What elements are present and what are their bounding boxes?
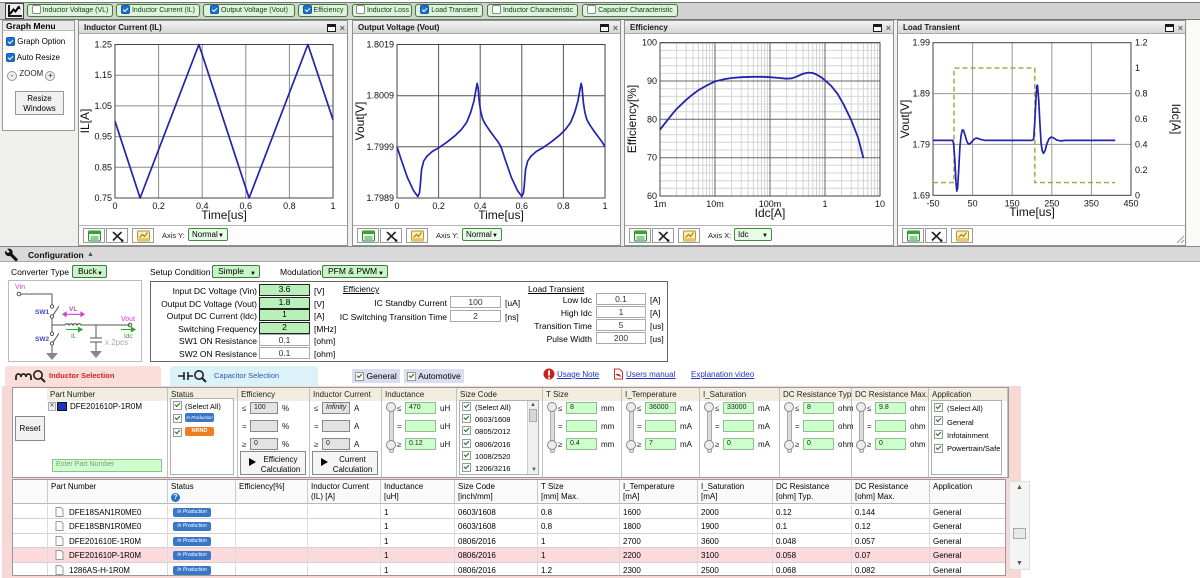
- svg-text:0.8: 0.8: [283, 201, 296, 211]
- svg-text:0.8: 0.8: [557, 201, 570, 211]
- svg-text:70: 70: [647, 153, 657, 163]
- svg-text:10m: 10m: [706, 199, 724, 209]
- svg-text:1.8009: 1.8009: [366, 91, 394, 101]
- svg-text:VL: VL: [69, 306, 77, 313]
- svg-text:1.15: 1.15: [94, 70, 112, 80]
- svg-text:0.75: 0.75: [94, 193, 112, 203]
- svg-text:0.2: 0.2: [152, 201, 165, 211]
- svg-text:IL[A]: IL[A]: [78, 109, 92, 134]
- svg-text:0.95: 0.95: [94, 132, 112, 142]
- svg-text:0: 0: [112, 201, 117, 211]
- svg-text:1m: 1m: [654, 199, 667, 209]
- svg-text:1: 1: [822, 199, 827, 209]
- svg-text:1.2: 1.2: [1135, 38, 1148, 48]
- svg-text:0.6: 0.6: [1135, 114, 1148, 124]
- svg-text:1.7989: 1.7989: [366, 193, 394, 203]
- svg-text:50: 50: [968, 198, 978, 208]
- svg-text:1: 1: [330, 201, 335, 211]
- svg-text:10: 10: [875, 199, 885, 209]
- svg-text:Time[us]: Time[us]: [201, 208, 247, 222]
- svg-text:1.99: 1.99: [912, 38, 930, 48]
- svg-text:Idc[A]: Idc[A]: [1169, 104, 1183, 135]
- svg-text:0: 0: [394, 201, 399, 211]
- svg-text:100: 100: [642, 38, 657, 48]
- svg-text:Vout[V]: Vout[V]: [898, 100, 912, 139]
- svg-text:x 2pcs: x 2pcs: [105, 338, 128, 347]
- svg-text:1.79: 1.79: [912, 139, 930, 149]
- svg-text:0.2: 0.2: [1135, 165, 1148, 175]
- svg-text:1.05: 1.05: [94, 101, 112, 111]
- svg-text:0.85: 0.85: [94, 162, 112, 172]
- svg-text:0.8: 0.8: [1135, 89, 1148, 99]
- svg-text:1: 1: [1135, 63, 1140, 73]
- svg-text:1: 1: [602, 201, 607, 211]
- svg-text:350: 350: [1084, 198, 1099, 208]
- svg-text:-50: -50: [926, 198, 939, 208]
- svg-text:1.25: 1.25: [94, 40, 112, 50]
- svg-text:Idc[A]: Idc[A]: [755, 206, 786, 220]
- svg-text:1.8019: 1.8019: [366, 40, 394, 50]
- svg-text:Vout: Vout: [121, 316, 135, 323]
- svg-text:450: 450: [1123, 198, 1138, 208]
- svg-text:0.2: 0.2: [432, 201, 445, 211]
- svg-text:Efficiency[%]: Efficiency[%]: [625, 85, 639, 153]
- svg-text:80: 80: [647, 114, 657, 124]
- svg-text:Vin: Vin: [15, 284, 25, 291]
- svg-text:Vout[V]: Vout[V]: [353, 102, 367, 141]
- svg-text:0.4: 0.4: [1135, 139, 1148, 149]
- svg-text:1.7999: 1.7999: [366, 142, 394, 152]
- svg-text:IL: IL: [71, 333, 77, 340]
- svg-text:SW2: SW2: [35, 336, 49, 343]
- svg-text:Time[us]: Time[us]: [1009, 205, 1055, 219]
- svg-text:1.89: 1.89: [912, 89, 930, 99]
- svg-text:SW1: SW1: [35, 309, 49, 316]
- svg-text:90: 90: [647, 76, 657, 86]
- svg-text:Time[us]: Time[us]: [478, 208, 524, 222]
